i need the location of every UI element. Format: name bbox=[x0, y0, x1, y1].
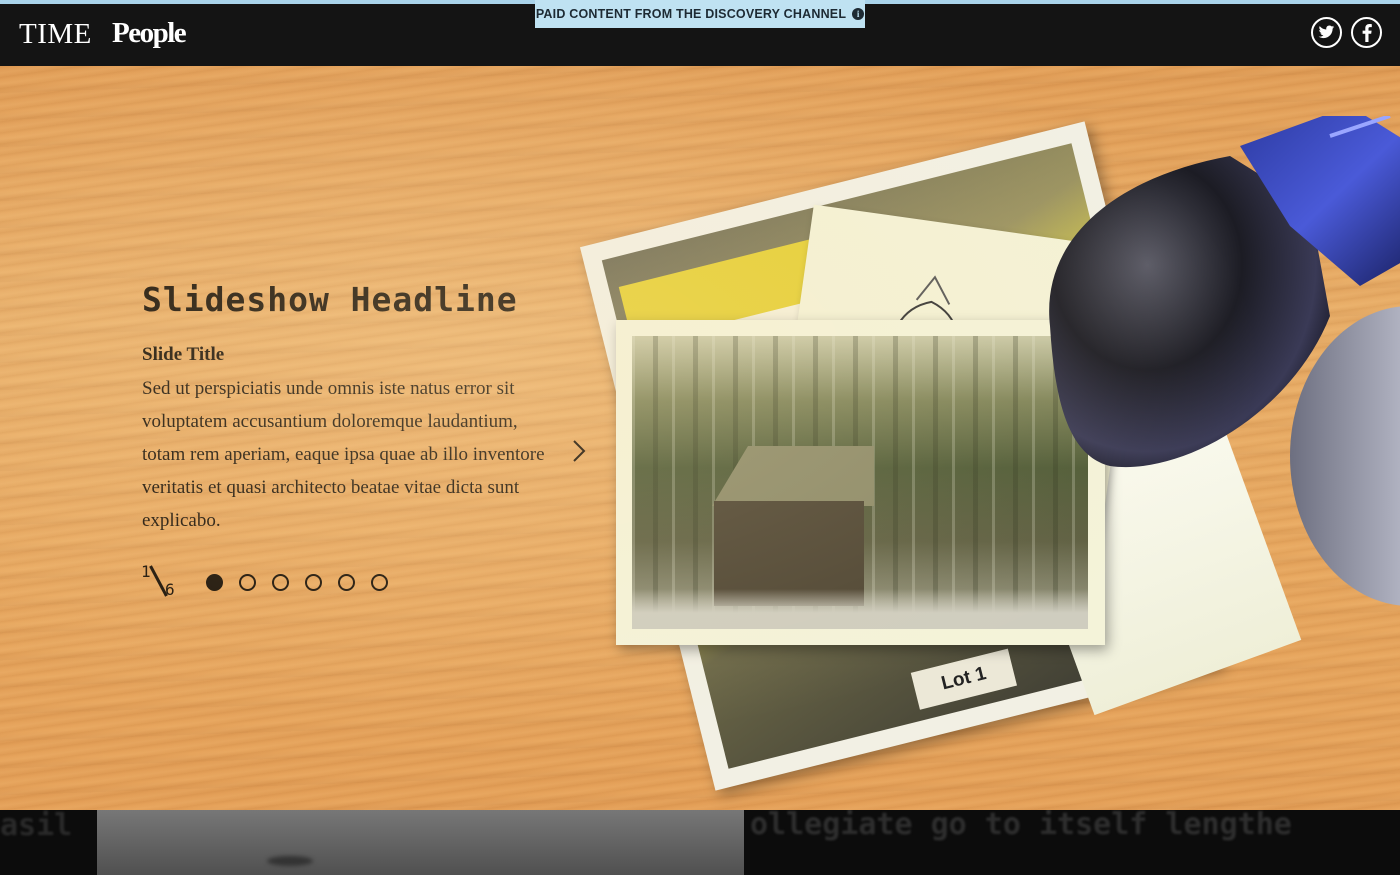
facebook-icon bbox=[1362, 23, 1372, 42]
pagination-dot[interactable] bbox=[239, 574, 256, 591]
cabin-roof bbox=[712, 446, 874, 506]
desk-lamp-image bbox=[1049, 116, 1400, 606]
pagination-dot[interactable] bbox=[305, 574, 322, 591]
slide-counter-total: 6 bbox=[165, 580, 175, 599]
pagination-dot[interactable] bbox=[371, 574, 388, 591]
pagination-dot[interactable] bbox=[338, 574, 355, 591]
slideshow-headline: Slideshow Headline bbox=[142, 280, 518, 319]
preview-text-left: asil bbox=[0, 810, 73, 843]
preview-image-panel[interactable] bbox=[97, 810, 744, 875]
cabin bbox=[694, 446, 874, 606]
time-logo[interactable]: TIME bbox=[19, 18, 92, 51]
preview-image-shape bbox=[267, 856, 313, 866]
snow-ground bbox=[632, 589, 1088, 629]
twitter-icon bbox=[1318, 25, 1335, 39]
pagination-dot[interactable] bbox=[206, 574, 223, 591]
next-slide-arrow-icon[interactable] bbox=[566, 436, 592, 466]
preview-text-right: ollegiate go to itself lengthe bbox=[750, 810, 1292, 842]
next-section-preview: asil ollegiate go to itself lengthe bbox=[0, 810, 1400, 875]
paid-content-label: PAID CONTENT FROM THE DISCOVERY CHANNEL bbox=[535, 7, 847, 21]
slide-body: Sed ut perspiciatis unde omnis iste natu… bbox=[142, 378, 545, 531]
facebook-share-button[interactable] bbox=[1351, 17, 1382, 48]
slideshow-stage: Letter Bomb Lot 1 bbox=[0, 66, 1400, 810]
slide-counter: 1 6 bbox=[141, 562, 181, 602]
lot-label: Lot 1 bbox=[910, 648, 1017, 710]
slide-title: Slide Title bbox=[142, 344, 225, 365]
slide-counter-current: 1 bbox=[141, 562, 151, 581]
people-logo[interactable]: People bbox=[112, 17, 187, 50]
info-icon[interactable]: i bbox=[852, 8, 865, 20]
pagination-dot[interactable] bbox=[272, 574, 289, 591]
cabin-photo-image bbox=[632, 336, 1088, 629]
twitter-share-button[interactable] bbox=[1311, 17, 1342, 48]
paid-content-banner[interactable]: PAID CONTENT FROM THE DISCOVERY CHANNEL … bbox=[535, 0, 865, 28]
slide-pagination bbox=[206, 574, 388, 591]
